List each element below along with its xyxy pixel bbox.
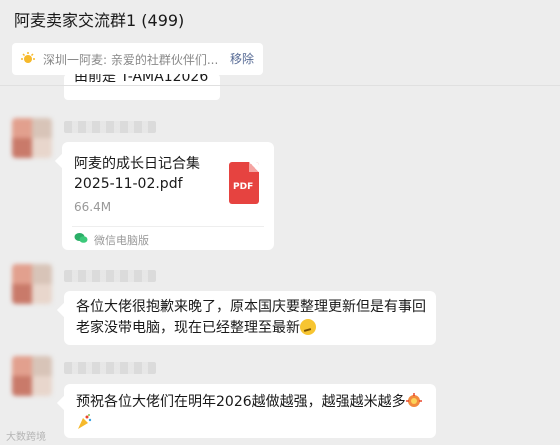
file-source-label: 微信电脑版 [94,234,149,247]
avatar[interactable] [12,118,52,158]
thinking-emoji-icon [300,319,316,335]
party-popper-emoji-icon [78,414,92,429]
chat-title[interactable]: 阿麦卖家交流群1 (499) [14,7,184,31]
message-content: 预祝各位大佬们在明年2026越做越强，越强越米越多 [76,392,432,434]
file-card-divider [72,226,264,227]
sun-icon [21,52,35,63]
chat-header: 阿麦卖家交流群1 (499) [0,0,560,36]
pinned-message-text[interactable]: 深圳一阿麦: 亲爱的社群伙伴们... [43,51,218,68]
pinned-message-bar[interactable]: 深圳一阿麦: 亲爱的社群伙伴们... 移除 [12,43,263,75]
text-message-bubble[interactable]: 预祝各位大佬们在明年2026越做越强，越强越米越多 [64,384,436,438]
fireworks-emoji-icon [405,393,422,407]
partial-message-bubble[interactable]: 由前是 T-AMA12026 [64,74,220,100]
file-name: 阿麦的成长日记合集2025-11-02.pdf [74,156,200,192]
text-message-bubble[interactable]: 各位大佬很抱歉来晚了，原本国庆要整理更新但是有事回老家没带电脑，现在已经整理至最… [64,291,436,345]
sender-name-blurred [64,121,156,133]
avatar[interactable] [12,356,52,396]
sender-name-blurred [64,270,156,282]
top-divider [0,85,560,86]
pdf-file-icon: PDF [229,162,259,204]
sender-name-blurred [64,362,156,374]
avatar[interactable] [12,264,52,304]
wechat-icon [74,233,88,243]
message-text: 预祝各位大佬们在明年2026越做越强，越强越米越多 [76,394,406,410]
message-text: 各位大佬很抱歉来晚了，原本国庆要整理更新但是有事回老家没带电脑，现在已经整理至最… [76,299,426,336]
watermark-logo: 大数跨境 [6,432,46,443]
file-size: 66.4M [74,200,112,214]
remove-pin-button[interactable]: 移除 [230,50,254,67]
file-message-card[interactable]: 阿麦的成长日记合集2025-11-02.pdf 66.4M PDF 微信电脑版 [62,142,274,250]
pdf-label: PDF [233,182,254,192]
message-content: 各位大佬很抱歉来晚了，原本国庆要整理更新但是有事回老家没带电脑，现在已经整理至最… [76,297,432,339]
